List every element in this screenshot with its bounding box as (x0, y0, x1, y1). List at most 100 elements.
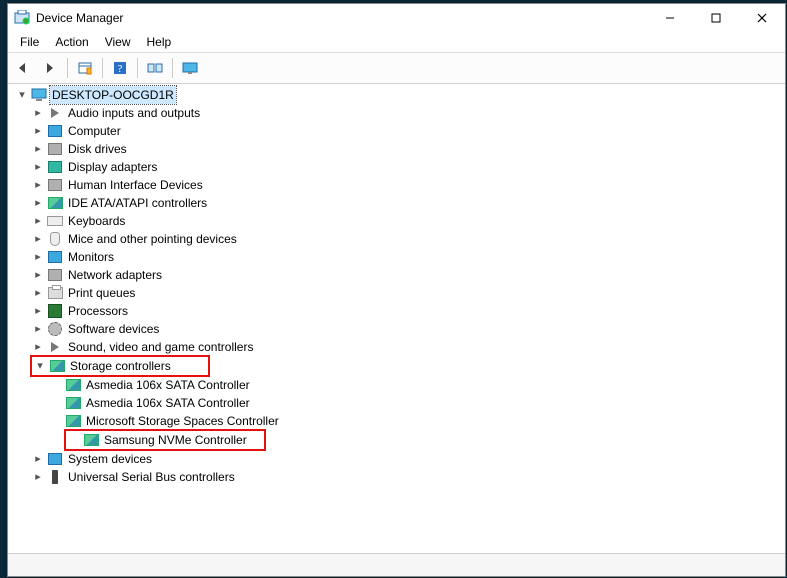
help-button[interactable]: ? (108, 56, 132, 80)
chevron-right-icon[interactable]: ▸ (30, 321, 46, 337)
tree-leaf-storage[interactable]: Microsoft Storage Spaces Controller (10, 412, 783, 430)
tree-node-label[interactable]: Storage controllers (68, 357, 173, 375)
tree-leaf-label[interactable]: Asmedia 106x SATA Controller (84, 394, 252, 412)
tree-node-label[interactable]: Software devices (66, 320, 161, 338)
tree-node-network[interactable]: ▸ Network adapters (10, 266, 783, 284)
gear-icon (47, 321, 63, 337)
tree-node-mice[interactable]: ▸ Mice and other pointing devices (10, 230, 783, 248)
tree-node-label[interactable]: Print queues (66, 284, 137, 302)
speaker-icon (47, 105, 63, 121)
chevron-right-icon[interactable]: ▸ (30, 451, 46, 467)
menu-view[interactable]: View (97, 33, 139, 51)
tree-node-storage[interactable]: ▾ Storage controllers (32, 357, 208, 375)
tree-node-print[interactable]: ▸ Print queues (10, 284, 783, 302)
tree-leaf-label[interactable]: Asmedia 106x SATA Controller (84, 376, 252, 394)
tree-leaf-label[interactable]: Microsoft Storage Spaces Controller (84, 412, 281, 430)
tree-node-usb[interactable]: ▸ Universal Serial Bus controllers (10, 468, 783, 486)
close-button[interactable] (739, 4, 785, 32)
minimize-button[interactable] (647, 4, 693, 32)
highlight-box-samsung: Samsung NVMe Controller (64, 429, 266, 451)
chevron-right-icon[interactable]: ▸ (30, 213, 46, 229)
controller-icon (65, 377, 81, 393)
menu-file[interactable]: File (12, 33, 47, 51)
tree-node-label[interactable]: Audio inputs and outputs (66, 104, 202, 122)
properties-button[interactable] (73, 56, 97, 80)
monitor-icon (47, 249, 63, 265)
chevron-down-icon[interactable]: ▾ (14, 87, 30, 103)
tree-node-display[interactable]: ▸ Display adapters (10, 158, 783, 176)
chevron-right-icon[interactable]: ▸ (30, 339, 46, 355)
chevron-right-icon[interactable]: ▸ (30, 249, 46, 265)
toolbar-separator (67, 58, 68, 78)
chevron-right-icon[interactable]: ▸ (30, 177, 46, 193)
menu-help[interactable]: Help (139, 33, 180, 51)
chevron-right-icon[interactable]: ▸ (30, 105, 46, 121)
tree-leaf-label[interactable]: Samsung NVMe Controller (102, 431, 249, 449)
tree-content[interactable]: ▾ DESKTOP-OOCGD1R ▸ Audio inputs and out… (8, 84, 785, 553)
chevron-right-icon[interactable]: ▸ (30, 195, 46, 211)
tree-node-label[interactable]: Sound, video and game controllers (66, 338, 255, 356)
forward-button[interactable] (38, 56, 62, 80)
tree-node-label[interactable]: Mice and other pointing devices (66, 230, 239, 248)
mouse-icon (47, 231, 63, 247)
tree-node-label[interactable]: Monitors (66, 248, 116, 266)
chevron-right-icon[interactable]: ▸ (30, 159, 46, 175)
maximize-button[interactable] (693, 4, 739, 32)
tree-leaf-samsung[interactable]: Samsung NVMe Controller (66, 431, 264, 449)
chevron-down-icon[interactable]: ▾ (32, 358, 48, 374)
tree-leaf-storage[interactable]: Asmedia 106x SATA Controller (10, 376, 783, 394)
toolbar-separator (172, 58, 173, 78)
tree-node-monitors[interactable]: ▸ Monitors (10, 248, 783, 266)
tree-node-label[interactable]: Display adapters (66, 158, 159, 176)
scan-button[interactable] (143, 56, 167, 80)
tree-node-label[interactable]: Human Interface Devices (66, 176, 205, 194)
hid-icon (47, 177, 63, 193)
system-icon (47, 451, 63, 467)
titlebar: Device Manager (8, 4, 785, 32)
tree-node-software[interactable]: ▸ Software devices (10, 320, 783, 338)
tree-node-label[interactable]: System devices (66, 450, 154, 468)
tree-node-label[interactable]: Network adapters (66, 266, 164, 284)
tree-node-hid[interactable]: ▸ Human Interface Devices (10, 176, 783, 194)
window-title: Device Manager (36, 11, 647, 25)
chevron-right-icon[interactable]: ▸ (30, 469, 46, 485)
device-manager-window: Device Manager File Action View Help ? (7, 3, 786, 577)
tree-node-label[interactable]: Universal Serial Bus controllers (66, 468, 237, 486)
tree-node-label[interactable]: IDE ATA/ATAPI controllers (66, 194, 209, 212)
tree-leaf-storage[interactable]: Asmedia 106x SATA Controller (10, 394, 783, 412)
chip-icon (47, 303, 63, 319)
chevron-right-icon[interactable]: ▸ (30, 285, 46, 301)
display-icon (47, 159, 63, 175)
tree-node-sound[interactable]: ▸ Sound, video and game controllers (10, 338, 783, 356)
chevron-right-icon[interactable]: ▸ (30, 303, 46, 319)
statusbar (8, 553, 785, 576)
tree-node-label[interactable]: Disk drives (66, 140, 129, 158)
tree-node-processors[interactable]: ▸ Processors (10, 302, 783, 320)
tree-node-disks[interactable]: ▸ Disk drives (10, 140, 783, 158)
chevron-right-icon[interactable]: ▸ (30, 231, 46, 247)
tree-node-label[interactable]: Computer (66, 122, 123, 140)
toolbar: ? (8, 53, 785, 84)
back-button[interactable] (12, 56, 36, 80)
toolbar-separator (102, 58, 103, 78)
controller-icon (65, 395, 81, 411)
show-hidden-button[interactable] (178, 56, 202, 80)
tree-node-label[interactable]: Processors (66, 302, 130, 320)
controller-icon (65, 413, 81, 429)
chevron-right-icon[interactable]: ▸ (30, 141, 46, 157)
chevron-right-icon[interactable]: ▸ (30, 267, 46, 283)
tree-node-ide[interactable]: ▸ IDE ATA/ATAPI controllers (10, 194, 783, 212)
tree-node-system[interactable]: ▸ System devices (10, 450, 783, 468)
menu-action[interactable]: Action (47, 33, 96, 51)
tree-node-label[interactable]: Keyboards (66, 212, 127, 230)
app-icon (14, 10, 30, 26)
monitor-icon (47, 123, 63, 139)
tree-node-computer[interactable]: ▸ Computer (10, 122, 783, 140)
tree-root-label[interactable]: DESKTOP-OOCGD1R (50, 86, 176, 104)
tree-root[interactable]: ▾ DESKTOP-OOCGD1R (10, 86, 783, 104)
tree-spacer (48, 395, 64, 411)
tree-node-keyboards[interactable]: ▸ Keyboards (10, 212, 783, 230)
chevron-right-icon[interactable]: ▸ (30, 123, 46, 139)
tree-spacer (48, 377, 64, 393)
tree-node-audio[interactable]: ▸ Audio inputs and outputs (10, 104, 783, 122)
